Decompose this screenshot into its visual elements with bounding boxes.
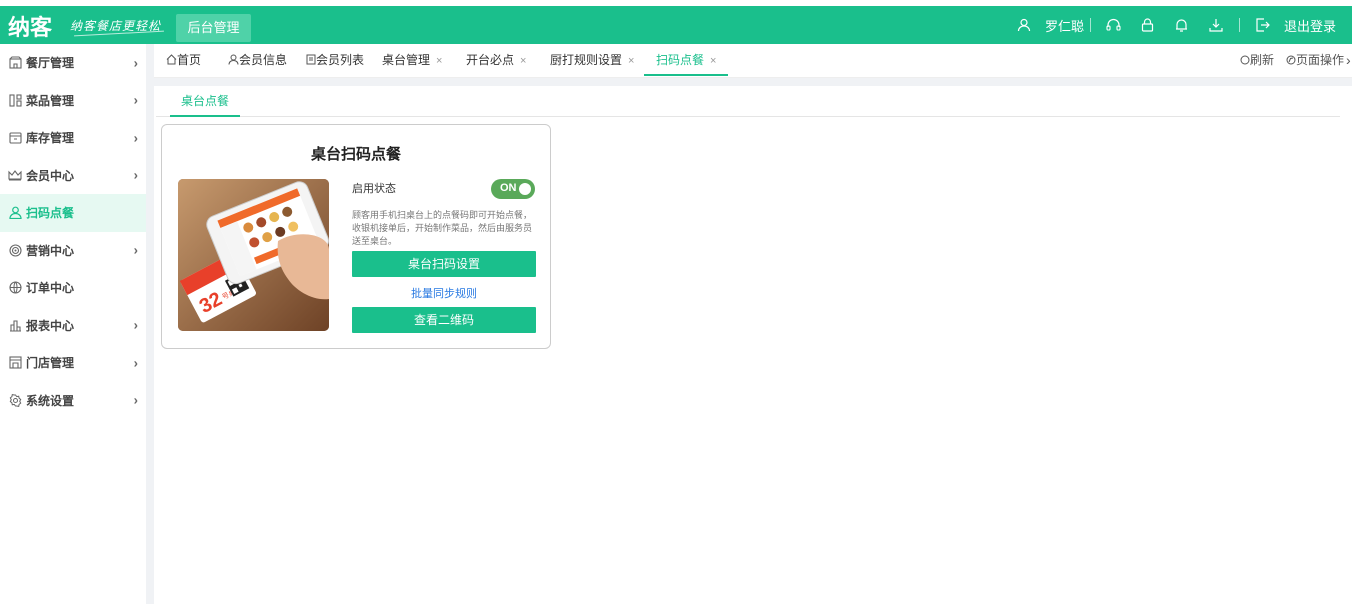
- toggle-text: ON: [500, 182, 517, 194]
- view-qrcode-button[interactable]: 查看二维码: [352, 307, 536, 333]
- globe-icon: [8, 281, 22, 295]
- enable-status-label: 启用状态: [352, 183, 396, 195]
- restaurant-icon: [8, 56, 22, 70]
- content-gutter: [154, 78, 1352, 86]
- sidebar-item-label: 餐厅管理: [26, 56, 75, 71]
- sidebar-item-scan-order[interactable]: 扫码点餐: [0, 194, 146, 232]
- store-icon: [8, 356, 22, 370]
- user-name[interactable]: 罗仁聪: [1045, 16, 1084, 35]
- sidebar-item-inventory[interactable]: 库存管理 ›: [0, 119, 146, 157]
- tab-label: 厨打规则设置: [550, 53, 623, 67]
- user-icon: [228, 54, 239, 65]
- tab-scroll-right[interactable]: ›: [1346, 44, 1351, 77]
- sub-tab-bar: 桌台点餐: [156, 86, 1340, 117]
- tab-home[interactable]: 首页: [166, 44, 201, 76]
- chevron-right-icon: ›: [133, 167, 138, 183]
- close-icon[interactable]: ×: [520, 55, 526, 67]
- tab-table-management[interactable]: 桌台管理 ×: [382, 44, 442, 76]
- batch-sync-rules-link[interactable]: 批量同步规则: [352, 285, 536, 301]
- logout-icon[interactable]: [1255, 17, 1271, 33]
- sidebar-divider: [146, 44, 154, 604]
- card-title: 桌台扫码点餐: [310, 146, 401, 163]
- sidebar-item-label: 营销中心: [26, 243, 75, 258]
- sidebar-item-orders[interactable]: 订单中心: [0, 269, 146, 307]
- sidebar: 餐厅管理 › 菜品管理 › 库存管理 › 会员中心 › 扫码点餐 营销中心 › …: [0, 44, 146, 604]
- gear-icon: [8, 393, 22, 407]
- headset-icon[interactable]: [1106, 17, 1122, 33]
- person-icon: [8, 206, 22, 220]
- sidebar-item-dishes[interactable]: 菜品管理 ›: [0, 82, 146, 120]
- tab-label: 会员信息: [239, 53, 288, 67]
- sidebar-item-reports[interactable]: 报表中心 ›: [0, 307, 146, 345]
- tab-label: 首页: [177, 53, 202, 67]
- tab-label: 开台必点: [466, 53, 515, 67]
- subtab-table-ordering[interactable]: 桌台点餐: [170, 86, 240, 117]
- compass-icon: [1286, 55, 1296, 65]
- user-icon[interactable]: [1016, 17, 1032, 33]
- sidebar-item-label: 库存管理: [26, 131, 75, 146]
- chevron-right-icon: ›: [133, 92, 138, 108]
- inventory-icon: [8, 131, 22, 145]
- toggle-knob: [519, 183, 531, 195]
- phone-scan-illustration: 32 号桌: [178, 179, 329, 331]
- download-icon[interactable]: [1208, 17, 1224, 33]
- table-scan-settings-button[interactable]: 桌台扫码设置: [352, 251, 536, 277]
- top-header: 纳客 纳客餐店更轻松 后台管理 罗仁聪 退出登录: [0, 6, 1352, 44]
- chevron-right-icon: ›: [133, 392, 138, 408]
- document-icon: [306, 54, 316, 65]
- tab-bar: 首页 会员信息 会员列表 桌台管理 × 开台必点 × 厨打规则设置 × 扫码点餐 × 刷…: [154, 44, 1352, 78]
- chevron-right-icon: ›: [133, 242, 138, 258]
- sidebar-item-stores[interactable]: 门店管理 ›: [0, 344, 146, 382]
- tab-scan-order[interactable]: 扫码点餐 ×: [644, 44, 729, 76]
- lock-icon[interactable]: [1140, 17, 1156, 33]
- page-operations-label: 页面操作: [1296, 53, 1345, 67]
- tab-required-items[interactable]: 开台必点 ×: [466, 44, 526, 76]
- sidebar-item-label: 会员中心: [26, 168, 75, 183]
- sidebar-item-label: 菜品管理: [26, 93, 75, 108]
- dish-icon: [8, 93, 22, 107]
- nav-backend-management[interactable]: 后台管理: [176, 14, 251, 42]
- close-icon[interactable]: ×: [710, 55, 716, 67]
- sidebar-item-label: 系统设置: [26, 393, 75, 408]
- chevron-right-icon: ›: [133, 317, 138, 333]
- close-icon[interactable]: ×: [436, 55, 442, 67]
- divider: [1238, 18, 1240, 32]
- sidebar-item-members[interactable]: 会员中心 ›: [0, 157, 146, 195]
- chevron-right-icon: ›: [133, 55, 138, 71]
- refresh-button[interactable]: 刷新: [1240, 44, 1274, 77]
- tab-label: 会员列表: [316, 53, 365, 67]
- tab-member-list[interactable]: 会员列表: [306, 44, 364, 76]
- bell-icon[interactable]: [1174, 17, 1190, 33]
- divider: [1089, 18, 1091, 32]
- sidebar-item-marketing[interactable]: 营销中心 ›: [0, 232, 146, 270]
- crown-icon: [8, 168, 22, 182]
- header-actions: 罗仁聪 退出登录: [1007, 6, 1352, 44]
- logout-button[interactable]: 退出登录: [1284, 16, 1336, 35]
- tab-label: 桌台管理: [382, 53, 431, 67]
- scan-order-card: 桌台扫码点餐 32 号桌 启用状态 ON 顾客用手机扫桌台上的点餐码即可开始点餐…: [161, 124, 551, 349]
- page-operations-button[interactable]: 页面操作: [1286, 44, 1344, 77]
- sidebar-item-label: 报表中心: [26, 318, 75, 333]
- close-icon[interactable]: ×: [628, 55, 634, 67]
- refresh-label: 刷新: [1250, 53, 1275, 67]
- chart-icon: [8, 318, 22, 332]
- tab-label: 扫码点餐: [656, 53, 705, 67]
- enable-toggle[interactable]: ON: [491, 179, 535, 199]
- tab-member-info[interactable]: 会员信息: [228, 44, 287, 76]
- feature-description: 顾客用手机扫桌台上的点餐码即可开始点餐，收银机接单后，开始制作菜品，然后由服务员…: [352, 210, 533, 246]
- refresh-icon: [1240, 55, 1250, 65]
- sidebar-item-settings[interactable]: 系统设置 ›: [0, 382, 146, 420]
- tab-kitchen-print-rules[interactable]: 厨打规则设置 ×: [550, 44, 634, 76]
- home-icon: [166, 54, 177, 65]
- scan-order-photo: 32 号桌: [178, 179, 329, 331]
- sidebar-item-label: 扫码点餐: [26, 206, 75, 221]
- logo: 纳客: [8, 15, 53, 40]
- sidebar-item-restaurant[interactable]: 餐厅管理 ›: [0, 44, 146, 82]
- target-icon: [8, 243, 22, 257]
- chevron-right-icon: ›: [133, 130, 138, 146]
- chevron-right-icon: ›: [133, 355, 138, 371]
- sidebar-item-label: 门店管理: [26, 356, 75, 371]
- sidebar-item-label: 订单中心: [26, 281, 75, 296]
